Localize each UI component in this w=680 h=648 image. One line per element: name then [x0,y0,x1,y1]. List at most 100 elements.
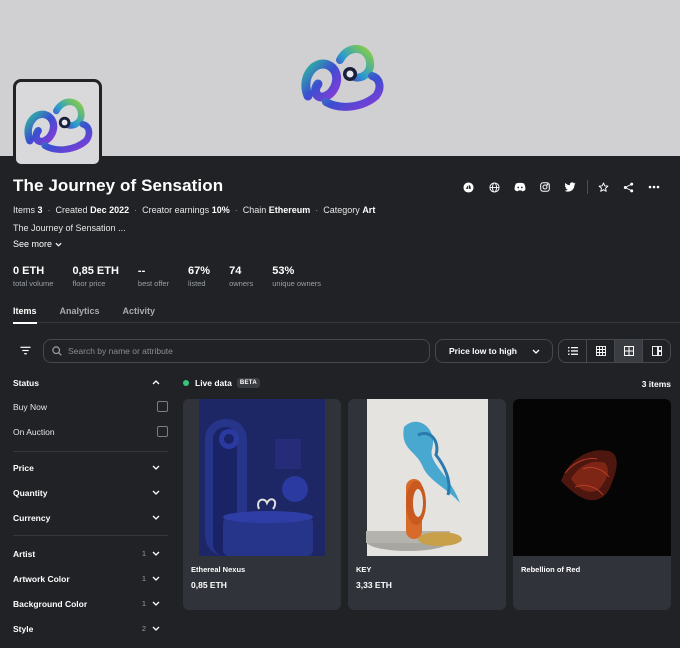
items-count: 3 items [641,379,671,389]
chevron-down-icon [55,242,62,247]
filter-option-on-auction[interactable]: On Auction [13,424,168,439]
filter-price-label: Price [13,462,34,473]
live-status-dot [183,380,189,386]
nft-price: 3,33 ETH [356,580,392,590]
social-divider [586,180,588,194]
more-icon[interactable] [642,179,668,195]
trait-artist-right: 1 [142,549,168,558]
collection-banner [0,0,680,156]
on-auction-label: On Auction [13,426,55,437]
detail-view-button[interactable] [643,340,670,362]
view-mode-switcher [558,339,671,363]
trait-style-label: Style [13,623,34,634]
tab-analytics[interactable]: Analytics [60,306,100,324]
filter-icon [20,346,31,355]
stat-best-offer: -- best offer [137,265,170,288]
trait-artwork-color-label: Artwork Color [13,573,70,584]
grid-small-icon [595,346,606,356]
chevron-down-icon [152,490,160,495]
meta-items: Items 3 [13,205,43,215]
trait-background-color-right: 1 [142,599,168,608]
filter-toggle-button[interactable] [17,342,34,359]
tab-items[interactable]: Items [13,306,37,324]
filter-price[interactable]: Price [13,460,168,475]
large-grid-view-button[interactable] [615,340,643,362]
trait-artist-label: Artist [13,548,36,559]
meta-separator: · [234,205,238,215]
nft-card[interactable]: Ethereal Nexus 0,85 ETH [183,399,341,610]
small-grid-view-button[interactable] [587,340,615,362]
filter-quantity[interactable]: Quantity [13,485,168,500]
buy-now-checkbox[interactable] [157,401,168,412]
tab-activity[interactable]: Activity [123,306,156,324]
nft-card[interactable]: Rebellion of Red [513,399,671,610]
globe-icon[interactable] [482,179,508,195]
chevron-down-icon [152,551,160,556]
list-icon [567,347,578,355]
filter-trait-style[interactable]: Style 2 [13,621,168,636]
live-data-indicator: Live data BETA [183,378,260,388]
see-more-button[interactable]: See more [13,239,62,249]
nft-card[interactable]: KEY 3,33 ETH [348,399,506,610]
social-links [456,179,667,195]
meta-separator: · [315,205,319,215]
meta-chain: Chain Ethereum [242,205,311,215]
opensea-icon[interactable] [456,179,482,195]
filter-trait-background-color[interactable]: Background Color 1 [13,596,168,611]
meta-creator-earnings: Creator earnings 10% [142,205,230,215]
trait-style-right: 2 [142,624,168,633]
banner-artwork [301,45,384,111]
beta-badge: BETA [236,378,260,388]
chevron-down-icon [532,349,540,354]
trait-background-color-label: Background Color [13,598,88,609]
filter-status-header[interactable]: Status [13,375,168,390]
filter-currency-label: Currency [13,512,51,523]
see-more-label: See more [13,239,53,249]
sort-label: Price low to high [449,346,518,356]
filter-quantity-label: Quantity [13,487,48,498]
buy-now-label: Buy Now [13,401,48,412]
filter-currency[interactable]: Currency [13,510,168,525]
stat-total-volume: 0 ETH total volume [13,265,54,288]
chevron-down-icon [152,576,160,581]
discord-icon[interactable] [507,179,533,195]
nft-image-ethereal-nexus [183,399,341,556]
collection-meta: Items 3 · Created Dec 2022 · Creator ear… [13,205,375,215]
detail-view-icon [651,346,662,356]
grid-large-icon [623,346,634,356]
share-icon[interactable] [616,179,642,195]
search-bar [43,339,430,363]
filter-divider [13,451,168,452]
stat-floor-price: 0,85 ETH floor price [72,265,119,288]
stat-listed: 67% listed [188,265,211,288]
filter-trait-artwork-color[interactable]: Artwork Color 1 [13,571,168,586]
on-auction-checkbox[interactable] [157,426,168,437]
trait-count: 1 [141,599,146,608]
chevron-down-icon [152,465,160,470]
trait-artwork-color-right: 1 [142,574,168,583]
star-icon[interactable] [591,179,617,195]
filter-option-buy-now[interactable]: Buy Now [13,399,168,414]
collection-title: The Journey of Sensation [13,176,224,195]
filter-divider [13,535,168,536]
stat-owners: 74 owners [229,265,254,288]
sort-dropdown[interactable]: Price low to high [435,339,553,363]
trait-count: 2 [141,624,146,633]
live-data-label: Live data [195,378,232,388]
filter-status-label: Status [13,377,39,388]
meta-separator: · [47,205,51,215]
filter-sidebar: Status Buy Now On Auction Price Quantity… [13,375,168,636]
filter-trait-artist[interactable]: Artist 1 [13,546,168,561]
search-input[interactable] [68,346,398,356]
nft-price: 0,85 ETH [191,580,227,590]
chevron-down-icon [152,515,160,520]
nft-image-rebellion-of-red [513,399,671,556]
instagram-icon[interactable] [533,179,559,195]
meta-created: Created Dec 2022 [55,205,130,215]
collection-stats: 0 ETH total volume 0,85 ETH floor price --… [13,265,340,288]
list-view-button[interactable] [559,340,587,362]
nft-name: KEY [356,565,372,574]
nft-name: Ethereal Nexus [191,565,246,574]
twitter-icon[interactable] [558,179,584,195]
chevron-up-icon [152,380,160,385]
